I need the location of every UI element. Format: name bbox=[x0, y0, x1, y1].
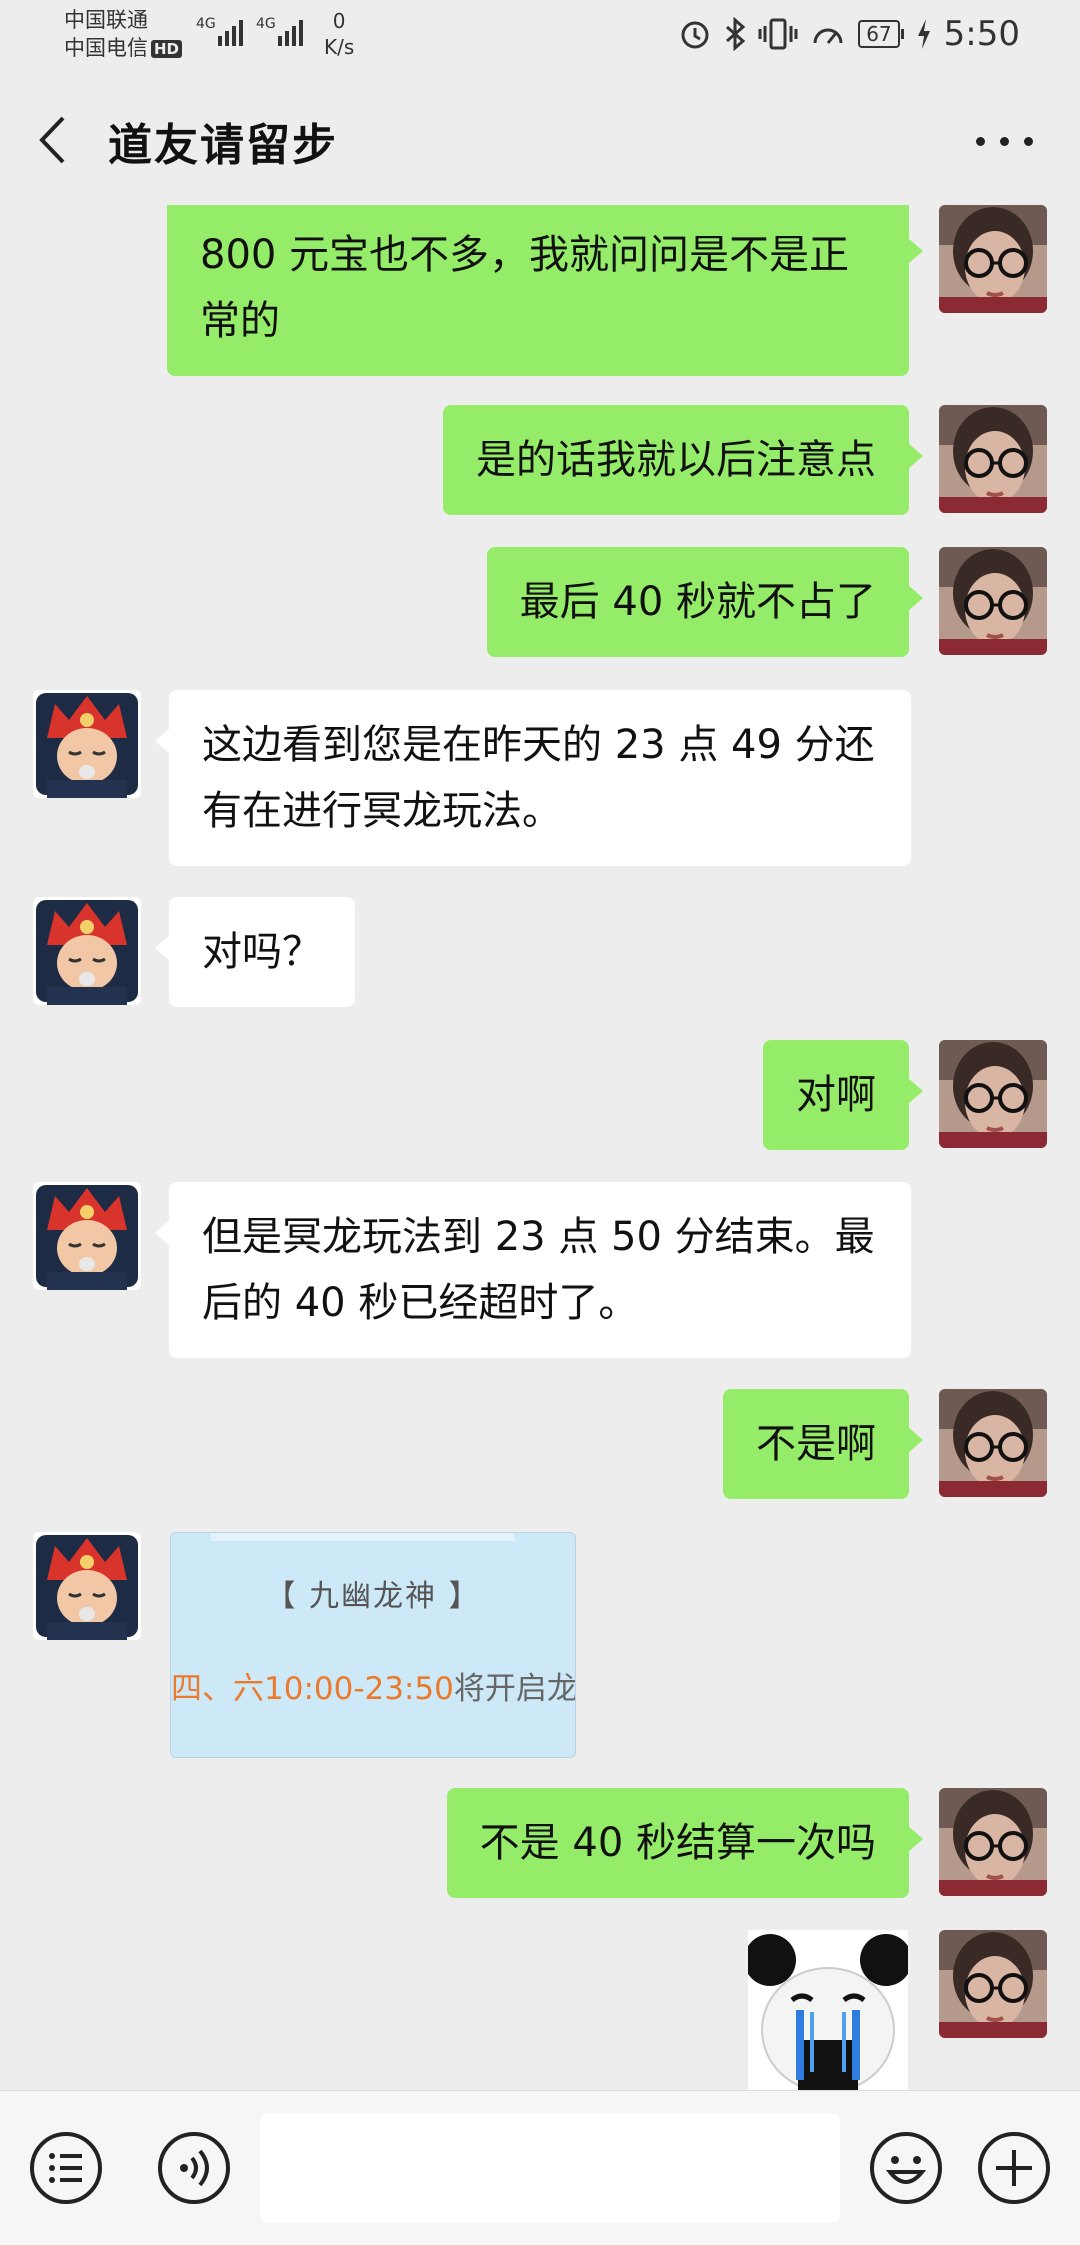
carrier-info: 中国联通 中国电信 HD bbox=[64, 6, 183, 62]
plus-icon[interactable] bbox=[976, 2130, 1052, 2206]
message-list[interactable]: 800 元宝也不多，我就问问是不是正常的 是的话我就以后注意点 最后 40 秒就… bbox=[0, 205, 1080, 2090]
my-avatar[interactable] bbox=[939, 547, 1047, 655]
battery-level: 67 bbox=[858, 20, 900, 48]
contact-avatar[interactable] bbox=[33, 897, 141, 1005]
message-bubble-sent[interactable]: 不是啊 bbox=[723, 1389, 923, 1499]
network-type-2: 4G bbox=[256, 16, 276, 32]
chat-title: 道友请留步 bbox=[108, 120, 338, 171]
image-title-text: 【 九幽龙神 】 bbox=[265, 1579, 481, 1614]
dot-icon bbox=[1024, 137, 1033, 146]
hd-badge: HD bbox=[151, 40, 183, 58]
my-avatar[interactable] bbox=[939, 1930, 1047, 2038]
input-bar bbox=[0, 2090, 1080, 2245]
network-type-1: 4G bbox=[196, 16, 216, 32]
signal-icon-1: 4G bbox=[196, 16, 243, 46]
crying-panda-sticker[interactable] bbox=[748, 1930, 908, 2090]
contact-avatar[interactable] bbox=[33, 1182, 141, 1290]
message-bubble-sent[interactable]: 不是 40 秒结算一次吗 bbox=[446, 1788, 924, 1898]
image-message[interactable]: 【 九幽龙神 】 四、六10:00-23:50将开启龙 bbox=[170, 1532, 576, 1758]
charging-icon bbox=[917, 19, 930, 49]
network-speed: 0 K/s bbox=[324, 8, 354, 60]
my-avatar[interactable] bbox=[939, 1389, 1047, 1497]
message-bubble-received[interactable]: 这边看到您是在昨天的 23 点 49 分还有在进行冥龙玩法。 bbox=[155, 690, 911, 866]
carrier-1: 中国联通 bbox=[64, 8, 148, 32]
battery-icon: 67 bbox=[858, 20, 904, 48]
message-input[interactable] bbox=[260, 2113, 840, 2223]
status-bar: 中国联通 中国电信 HD 4G 4G 0 K/s 67 5:50 bbox=[0, 0, 1080, 75]
speed-unit: K/s bbox=[324, 35, 355, 59]
message-bubble-received[interactable]: 但是冥龙玩法到 23 点 50 分结束。最后的 40 秒已经超时了。 bbox=[155, 1182, 911, 1358]
my-avatar[interactable] bbox=[939, 1788, 1047, 1896]
back-button[interactable] bbox=[30, 110, 80, 170]
image-tail-text: 将开启龙 bbox=[453, 1671, 576, 1707]
message-bubble-sent[interactable]: 对啊 bbox=[763, 1040, 923, 1150]
message-bubble-sent[interactable]: 最后 40 秒就不占了 bbox=[486, 547, 924, 657]
carrier-2: 中国电信 bbox=[64, 36, 148, 60]
title-bar: 道友请留步 bbox=[0, 75, 1080, 205]
list-icon[interactable] bbox=[28, 2130, 104, 2206]
signal-icon-2: 4G bbox=[256, 16, 303, 46]
my-avatar[interactable] bbox=[939, 205, 1047, 313]
speed-value: 0 bbox=[332, 9, 346, 33]
dot-icon bbox=[976, 137, 985, 146]
more-options-button[interactable] bbox=[970, 115, 1040, 165]
panda-face-icon bbox=[748, 1930, 908, 2090]
my-avatar[interactable] bbox=[939, 1040, 1047, 1148]
dot-icon bbox=[1000, 137, 1009, 146]
bluetooth-icon bbox=[726, 17, 746, 51]
vibrate-icon bbox=[758, 18, 798, 50]
contact-avatar[interactable] bbox=[33, 1532, 141, 1640]
message-bubble-received[interactable]: 对吗？ bbox=[155, 897, 355, 1007]
image-body-text: 四、六10:00-23:50将开启龙 bbox=[171, 1663, 576, 1708]
clock: 5:50 bbox=[943, 14, 1020, 54]
chevron-left-icon bbox=[39, 116, 65, 164]
speedometer-icon bbox=[813, 28, 843, 44]
voice-icon[interactable] bbox=[156, 2130, 232, 2206]
my-avatar[interactable] bbox=[939, 405, 1047, 513]
contact-avatar[interactable] bbox=[33, 690, 141, 798]
message-bubble-sent[interactable]: 800 元宝也不多，我就问问是不是正常的 bbox=[167, 205, 923, 376]
image-time-text: 四、六10:00-23:50 bbox=[171, 1671, 454, 1707]
message-bubble-sent[interactable]: 是的话我就以后注意点 bbox=[443, 405, 923, 515]
emoji-icon[interactable] bbox=[868, 2130, 944, 2206]
alarm-icon bbox=[681, 21, 709, 49]
status-icons: 67 5:50 bbox=[678, 14, 1020, 54]
